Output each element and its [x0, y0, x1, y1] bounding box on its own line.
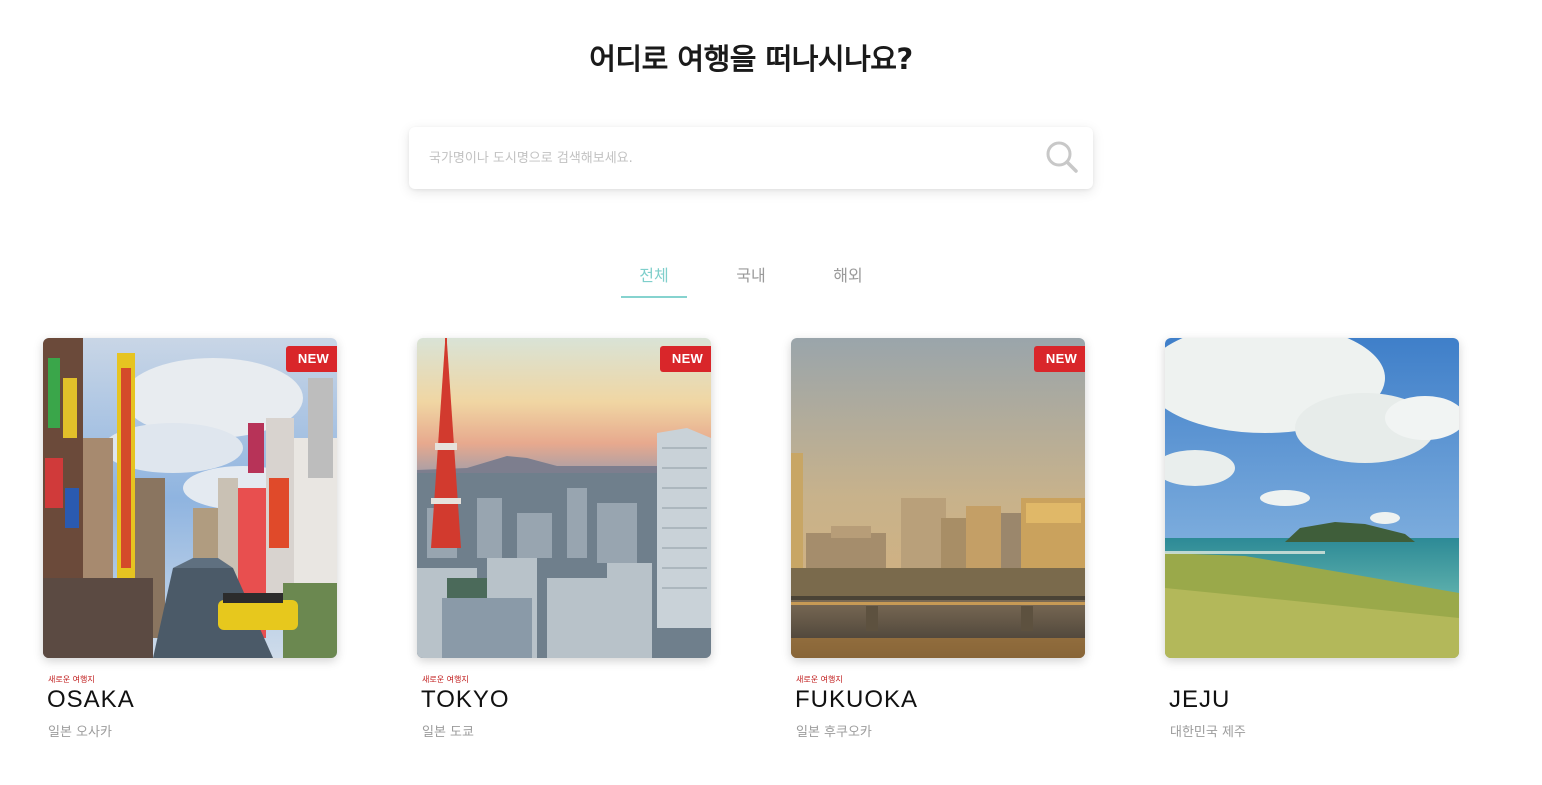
destination-name[interactable]: JEJU — [1169, 686, 1230, 714]
new-badge: NEW — [660, 346, 711, 372]
new-badge: NEW — [1034, 346, 1085, 372]
search-input[interactable] — [429, 143, 1029, 173]
tab-all[interactable]: 전체 — [621, 262, 687, 298]
destination-card-jeju[interactable]: JEJU 대한민국 제주 — [1165, 338, 1459, 748]
page-title: 어디로 여행을 떠나시나요? — [589, 42, 913, 76]
destination-location: 일본 도쿄 — [422, 725, 474, 740]
destination-image-tokyo[interactable]: NEW — [417, 338, 711, 658]
destination-name[interactable]: TOKYO — [421, 686, 510, 714]
new-destination-tag: 새로운 여행지 — [796, 675, 843, 684]
destination-card-tokyo[interactable]: NEW 새로운 여행지 TOKYO 일본 도쿄 — [417, 338, 711, 748]
tab-overseas[interactable]: 해외 — [815, 262, 881, 298]
search-box — [409, 127, 1093, 189]
new-destination-tag: 새로운 여행지 — [48, 675, 95, 684]
destination-location: 대한민국 제주 — [1170, 725, 1246, 740]
destination-location: 일본 오사카 — [48, 725, 112, 740]
search-icon[interactable] — [1045, 140, 1079, 174]
destination-image-osaka[interactable]: NEW — [43, 338, 337, 658]
tab-domestic[interactable]: 국내 — [718, 262, 784, 298]
destination-name[interactable]: OSAKA — [47, 686, 135, 714]
category-tabs: 전체 국내 해외 — [0, 262, 1502, 298]
destination-image-jeju[interactable] — [1165, 338, 1459, 658]
destination-image-fukuoka[interactable]: NEW — [791, 338, 1085, 658]
new-destination-tag: 새로운 여행지 — [422, 675, 469, 684]
destination-card-osaka[interactable]: NEW 새로운 여행지 OSAKA 일본 오사카 — [43, 338, 337, 748]
destination-card-fukuoka[interactable]: NEW 새로운 여행지 FUKUOKA 일본 후쿠오카 — [791, 338, 1085, 748]
destination-name[interactable]: FUKUOKA — [795, 686, 918, 714]
destination-location: 일본 후쿠오카 — [796, 725, 872, 740]
new-badge: NEW — [286, 346, 337, 372]
